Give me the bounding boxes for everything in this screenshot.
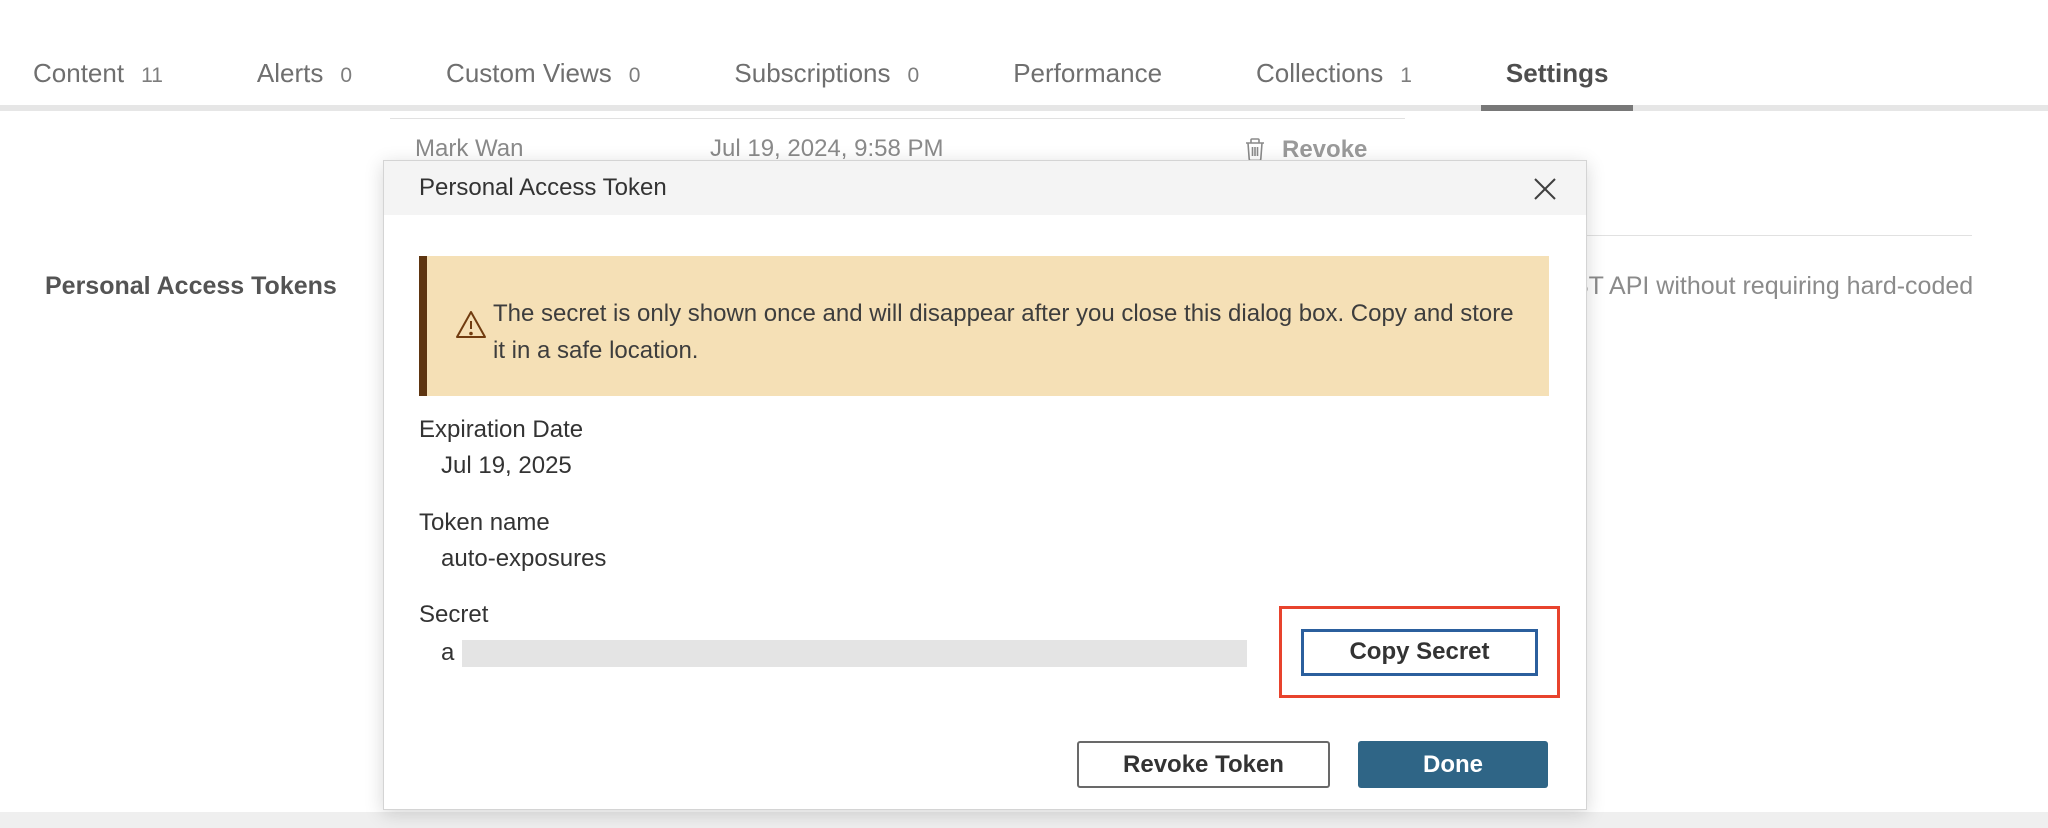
dialog-header: Personal Access Token	[384, 161, 1586, 215]
close-icon[interactable]	[1530, 174, 1560, 204]
profile-tabbar: Content 11 Alerts 0 Custom Views 0 Subsc…	[0, 0, 2048, 111]
tab-subscriptions[interactable]: Subscriptions 0	[709, 58, 944, 105]
warning-message: The secret is only shown once and will d…	[493, 295, 1523, 369]
secret-redaction-bar	[462, 640, 1247, 667]
tab-label: Custom Views	[446, 58, 612, 89]
token-name-value: auto-exposures	[441, 545, 606, 573]
secret-value-row: a	[441, 639, 1247, 667]
tab-label: Collections	[1256, 58, 1383, 89]
tab-content[interactable]: Content 11	[8, 58, 188, 105]
token-row-timestamp: Jul 19, 2024, 9:58 PM	[710, 135, 943, 163]
tab-label: Subscriptions	[734, 58, 890, 89]
pat-description-fragment: ST API without requiring hard-coded	[1572, 272, 1973, 301]
tab-count: 0	[340, 64, 352, 88]
tab-settings[interactable]: Settings	[1481, 58, 1634, 111]
tab-count: 0	[629, 64, 641, 88]
copy-secret-button[interactable]: Copy Secret	[1301, 629, 1538, 676]
done-button[interactable]: Done	[1358, 741, 1548, 788]
tab-count: 11	[141, 64, 163, 88]
tab-label: Settings	[1506, 58, 1609, 89]
tab-custom-views[interactable]: Custom Views 0	[421, 58, 665, 105]
token-row-user: Mark Wan	[415, 135, 523, 163]
token-name-label: Token name	[419, 509, 550, 537]
secret-label: Secret	[419, 601, 488, 629]
tab-performance[interactable]: Performance	[988, 58, 1187, 105]
page-bottom-strip	[0, 812, 2048, 828]
tab-label: Content	[33, 58, 124, 89]
dialog-title: Personal Access Token	[419, 161, 667, 215]
tab-label: Alerts	[257, 58, 323, 89]
tab-alerts[interactable]: Alerts 0	[232, 58, 377, 105]
tab-count: 1	[1400, 64, 1412, 88]
copy-secret-annotation-box: Copy Secret	[1279, 606, 1560, 698]
personal-access-token-dialog: Personal Access Token The secret is only…	[383, 160, 1587, 810]
tab-collections[interactable]: Collections 1	[1231, 58, 1437, 105]
tab-label: Performance	[1013, 58, 1162, 89]
secret-value: a	[441, 639, 454, 667]
table-row-divider	[390, 118, 1405, 119]
warning-triangle-icon	[454, 309, 488, 346]
tab-count: 0	[908, 64, 920, 88]
settings-divider	[1560, 235, 1972, 236]
revoke-token-button[interactable]: Revoke Token	[1077, 741, 1330, 788]
expiration-date-value: Jul 19, 2025	[441, 452, 572, 480]
secret-warning-banner: The secret is only shown once and will d…	[419, 256, 1549, 396]
expiration-date-label: Expiration Date	[419, 416, 583, 444]
section-label: Personal Access Tokens	[45, 272, 337, 301]
